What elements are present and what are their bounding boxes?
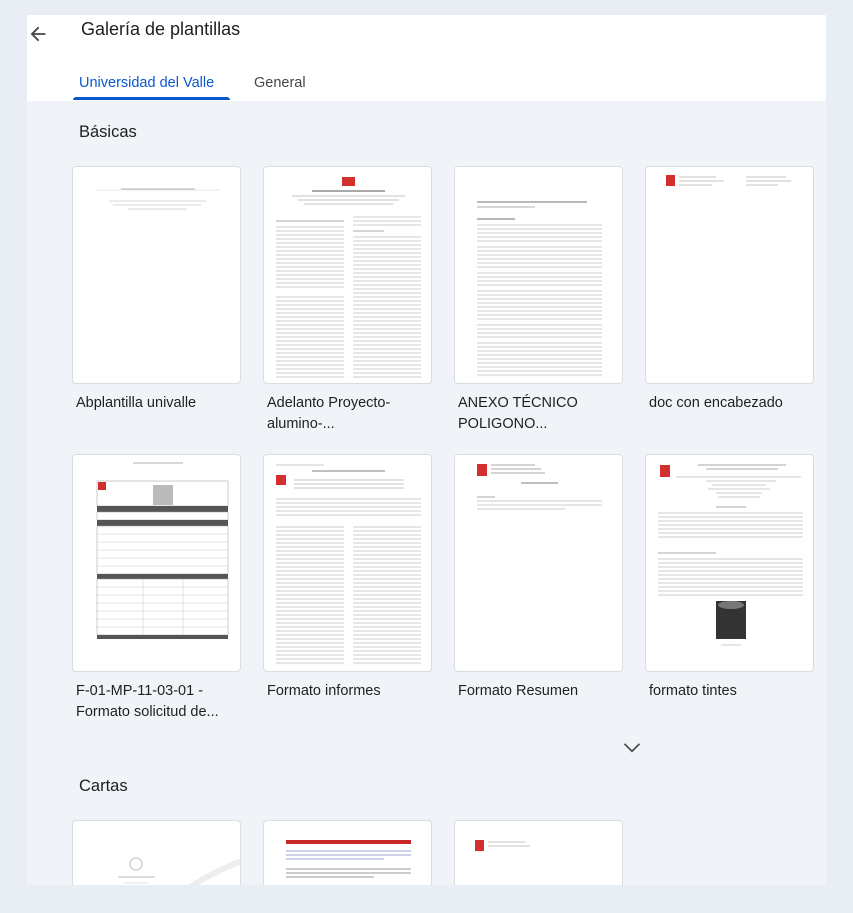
section-title-cartas: Cartas (79, 777, 128, 795)
univalle-logo (477, 464, 487, 476)
active-tab-indicator (73, 97, 230, 100)
template-gallery-panel: Galería de plantillas Universidad del Va… (27, 15, 826, 885)
univalle-logo (276, 475, 286, 485)
tab-general[interactable]: General (254, 75, 306, 91)
template-thumbnail[interactable] (645, 166, 814, 384)
template-thumbnail[interactable] (263, 454, 432, 672)
template-name[interactable]: Adelanto Proyecto-alumino-... (267, 393, 447, 435)
arrow-left-icon[interactable] (27, 23, 49, 45)
template-name[interactable]: ANEXO TÉCNICO POLIGONO... (458, 393, 638, 435)
header-bar: Galería de plantillas Universidad del Va… (27, 15, 826, 101)
template-thumbnail[interactable] (645, 454, 814, 672)
template-name[interactable]: F-01-MP-11-03-01 - Formato solicitud de..… (76, 681, 256, 723)
univalle-logo (98, 482, 106, 490)
template-thumbnail[interactable] (72, 166, 241, 384)
template-name[interactable]: formato tintes (649, 681, 826, 702)
template-thumbnail[interactable] (72, 454, 241, 672)
section-title-basicas: Básicas (79, 123, 137, 141)
template-name[interactable]: Formato informes (267, 681, 447, 702)
template-name[interactable]: Abplantilla univalle (76, 393, 256, 414)
univalle-logo (342, 177, 355, 186)
template-thumbnail[interactable] (454, 166, 623, 384)
template-thumbnail[interactable] (454, 820, 623, 885)
template-thumbnail[interactable] (263, 166, 432, 384)
template-thumbnail[interactable] (454, 454, 623, 672)
tab-universidad-del-valle[interactable]: Universidad del Valle (79, 75, 214, 91)
page-title: Galería de plantillas (81, 19, 241, 39)
template-name[interactable]: Formato Resumen (458, 681, 638, 702)
univalle-logo (660, 465, 670, 477)
template-name[interactable]: doc con encabezado (649, 393, 826, 414)
template-thumbnail[interactable] (263, 820, 432, 885)
univalle-logo (475, 840, 484, 851)
chevron-down-icon[interactable] (622, 740, 642, 756)
template-thumbnail[interactable] (72, 820, 241, 885)
univalle-logo (666, 175, 675, 186)
crest-icon (129, 857, 143, 871)
